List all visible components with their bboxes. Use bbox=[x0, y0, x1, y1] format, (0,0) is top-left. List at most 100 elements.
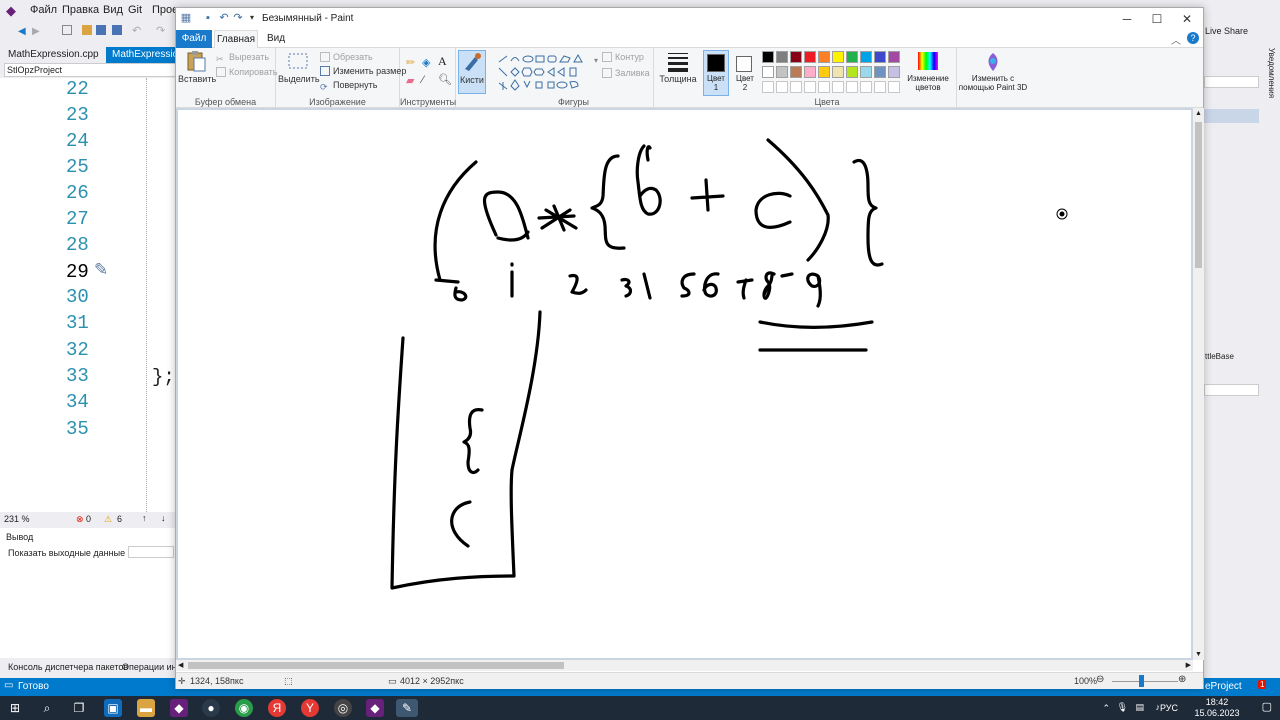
live-share-button[interactable]: Live Share bbox=[1205, 26, 1248, 36]
palette-swatch[interactable] bbox=[776, 66, 788, 78]
yandex-icon[interactable]: Я bbox=[268, 699, 286, 717]
paint3d-button[interactable]: Изменить с помощью Paint 3D bbox=[956, 48, 1028, 108]
redo-icon[interactable]: ↷ bbox=[156, 24, 165, 37]
redo-icon[interactable]: ↷ bbox=[232, 12, 244, 24]
maximize-icon[interactable]: ☐ bbox=[1142, 8, 1172, 30]
tab-package-manager-console[interactable]: Консоль диспетчера пакетов bbox=[8, 662, 128, 672]
microphone-icon[interactable]: 🎙︎ bbox=[1117, 702, 1128, 713]
save-icon[interactable]: ▪ bbox=[202, 12, 214, 24]
save-all-icon[interactable] bbox=[112, 25, 122, 35]
custom-color-slot[interactable] bbox=[762, 81, 774, 93]
task-view-icon[interactable]: ❐ bbox=[70, 699, 88, 717]
tab-mathexpression-cpp[interactable]: MathExpression.cpp bbox=[2, 47, 105, 63]
paste-button[interactable]: Вставить bbox=[178, 50, 216, 84]
custom-color-slot[interactable] bbox=[818, 81, 830, 93]
back-icon[interactable]: ◀ bbox=[18, 26, 26, 37]
zoom-out-icon[interactable]: ⊖ bbox=[1096, 674, 1104, 685]
palette-swatch[interactable] bbox=[762, 66, 774, 78]
palette-swatch[interactable] bbox=[888, 51, 900, 63]
cut-button[interactable]: ✂ Вырезать bbox=[216, 52, 269, 64]
tab-file[interactable]: Файл bbox=[176, 30, 212, 48]
vertical-scroll-thumb[interactable] bbox=[1195, 122, 1202, 268]
custom-color-slot[interactable] bbox=[888, 81, 900, 93]
scroll-down-icon[interactable]: ▼ bbox=[1195, 651, 1202, 658]
help-icon[interactable]: ? bbox=[1187, 32, 1199, 44]
shapes-scroll-icon[interactable]: ▾ bbox=[594, 56, 598, 65]
vs-menu-edit[interactable]: Правка bbox=[62, 4, 99, 16]
tray-arrow-icon[interactable]: ⌃ bbox=[1102, 703, 1110, 714]
custom-color-slot[interactable] bbox=[790, 81, 802, 93]
notifications-tab[interactable]: Уведомления bbox=[1267, 48, 1276, 98]
paint-app-icon[interactable]: ▦ bbox=[180, 12, 192, 24]
fill-button[interactable]: Заливка bbox=[602, 68, 650, 78]
undo-icon[interactable]: ↶ bbox=[218, 12, 230, 24]
scroll-right-icon[interactable]: ▶ bbox=[1186, 661, 1191, 669]
arrow-up-icon[interactable]: ↑ bbox=[142, 513, 147, 523]
palette-swatch[interactable] bbox=[804, 66, 816, 78]
visual-studio-logo-icon[interactable]: ◆ bbox=[6, 4, 22, 18]
palette-swatch[interactable] bbox=[790, 66, 802, 78]
edit-colors-button[interactable]: Изменение цветов bbox=[902, 48, 954, 108]
error-count[interactable]: 0 bbox=[86, 514, 91, 524]
warning-count[interactable]: 6 bbox=[117, 514, 122, 524]
chrome-icon[interactable]: ◉ bbox=[235, 699, 253, 717]
clock-time[interactable]: 18:42 bbox=[1194, 697, 1240, 708]
tab-mathexpression-h[interactable]: MathExpression.h bbox=[106, 47, 176, 63]
paint-taskbar-icon[interactable]: ✎ bbox=[396, 699, 418, 717]
start-windows-icon[interactable]: ⊞ bbox=[6, 699, 24, 717]
network-icon[interactable]: ▤ bbox=[1135, 702, 1144, 713]
palette-swatch[interactable] bbox=[790, 51, 802, 63]
size-button[interactable]: Толщина bbox=[658, 50, 698, 84]
shapes-gallery[interactable] bbox=[498, 54, 594, 94]
magnifier-icon[interactable]: 🔍︎ bbox=[438, 73, 452, 86]
tab-operations[interactable]: Операции инс bbox=[122, 662, 181, 672]
pencil-icon[interactable]: ✏ bbox=[406, 56, 415, 69]
brushes-button[interactable]: Кисти bbox=[458, 50, 486, 94]
copy-button[interactable]: Копировать bbox=[216, 67, 277, 77]
tab-home[interactable]: Главная bbox=[214, 30, 258, 49]
vs-menu-git[interactable]: Git bbox=[128, 4, 142, 16]
drawing-canvas[interactable] bbox=[178, 110, 1191, 658]
notification-badge[interactable]: 1 bbox=[1258, 680, 1267, 689]
palette-swatch[interactable] bbox=[832, 66, 844, 78]
github-desktop-icon[interactable]: ◎ bbox=[334, 699, 352, 717]
vertical-scrollbar[interactable]: ▲ ▼ bbox=[1193, 108, 1204, 660]
vs-menu-view[interactable]: Вид bbox=[103, 4, 123, 16]
palette-swatch[interactable] bbox=[776, 51, 788, 63]
palette-swatch[interactable] bbox=[804, 51, 816, 63]
yandex-browser-icon[interactable]: Y bbox=[301, 699, 319, 717]
custom-color-slot[interactable] bbox=[776, 81, 788, 93]
scroll-up-icon[interactable]: ▲ bbox=[1195, 110, 1202, 117]
obs-icon[interactable]: ● bbox=[202, 699, 220, 717]
clock-date[interactable]: 15.06.2023 bbox=[1194, 708, 1240, 719]
arrow-down-icon[interactable]: ↓ bbox=[161, 513, 166, 523]
horizontal-scroll-thumb[interactable] bbox=[188, 662, 564, 669]
zoom-slider-thumb[interactable] bbox=[1139, 675, 1144, 687]
store-icon[interactable]: ▣ bbox=[104, 699, 122, 717]
zoom-level[interactable]: 231 % bbox=[4, 514, 30, 524]
resize-button[interactable]: Изменить размер bbox=[320, 66, 406, 76]
minimize-icon[interactable]: ─ bbox=[1112, 8, 1142, 30]
file-explorer-icon[interactable]: ▬ bbox=[137, 699, 155, 717]
close-icon[interactable]: ✕ bbox=[1172, 8, 1202, 30]
screwdriver-quick-action-icon[interactable]: ✎ bbox=[94, 260, 108, 280]
custom-color-slot[interactable] bbox=[804, 81, 816, 93]
vs-menu-file[interactable]: Файл bbox=[30, 4, 57, 16]
custom-color-slot[interactable] bbox=[846, 81, 858, 93]
properties-dropdown[interactable] bbox=[1204, 384, 1259, 396]
eraser-icon[interactable]: ▰ bbox=[406, 74, 414, 87]
save-icon[interactable] bbox=[96, 25, 106, 35]
horizontal-scrollbar[interactable]: ◀ ▶ bbox=[176, 660, 1193, 671]
search-field[interactable] bbox=[1204, 76, 1259, 88]
color-picker-icon[interactable]: ⁄ bbox=[422, 74, 424, 86]
fill-icon[interactable]: ◈ bbox=[422, 56, 430, 69]
palette-swatch[interactable] bbox=[846, 66, 858, 78]
output-source-select[interactable] bbox=[128, 546, 174, 558]
solution-icon[interactable] bbox=[62, 25, 72, 35]
palette-swatch[interactable] bbox=[818, 51, 830, 63]
palette-swatch[interactable] bbox=[832, 51, 844, 63]
undo-icon[interactable]: ↶ bbox=[132, 24, 141, 37]
collapse-ribbon-icon[interactable]: ︿ bbox=[1171, 32, 1181, 47]
project-selector[interactable]: StlOpzProject bbox=[4, 63, 176, 77]
forward-icon[interactable]: ▶ bbox=[32, 26, 40, 37]
